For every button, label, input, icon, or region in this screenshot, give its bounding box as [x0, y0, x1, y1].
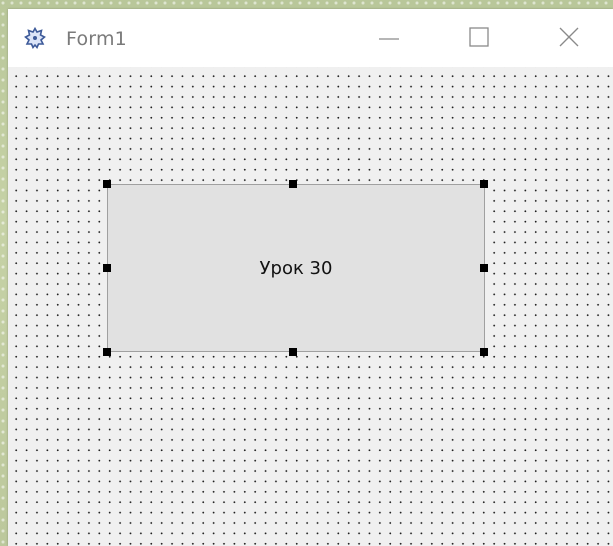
minimize-button[interactable]	[366, 19, 412, 59]
form-button-label: Урок 30	[259, 257, 333, 279]
selection-handle-top-right[interactable]	[480, 180, 488, 188]
minimize-icon	[377, 25, 401, 53]
window-title: Form1	[66, 28, 127, 50]
close-button[interactable]	[546, 19, 592, 59]
selection-handle-middle-left[interactable]	[103, 264, 111, 272]
selection-handle-bottom-right[interactable]	[480, 348, 488, 356]
close-icon	[557, 25, 581, 53]
selection-handle-top-center[interactable]	[289, 180, 297, 188]
selection-handle-bottom-center[interactable]	[289, 348, 297, 356]
form-window[interactable]: Form1 Урок 30	[8, 9, 613, 546]
selection-handle-top-left[interactable]	[103, 180, 111, 188]
maximize-icon	[467, 25, 491, 53]
form-designer-icon	[23, 26, 47, 50]
maximize-button[interactable]	[456, 19, 502, 59]
selection-handle-middle-right[interactable]	[480, 264, 488, 272]
title-bar[interactable]: Form1	[8, 9, 613, 67]
form-design-surface[interactable]: Урок 30	[8, 67, 613, 546]
selection-handle-bottom-left[interactable]	[103, 348, 111, 356]
form-button[interactable]: Урок 30	[107, 184, 485, 352]
